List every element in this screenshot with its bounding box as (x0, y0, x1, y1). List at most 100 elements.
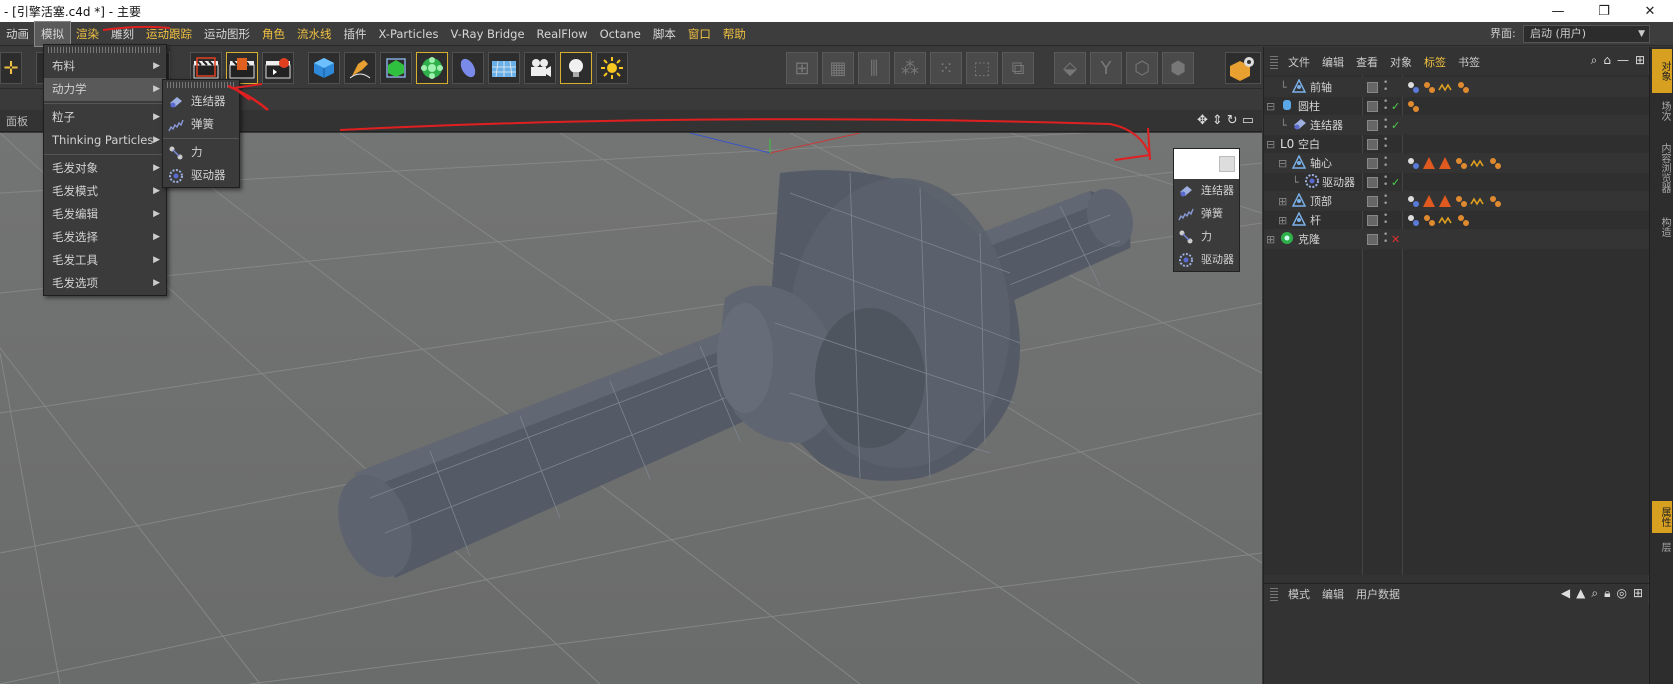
deformer-icon[interactable] (452, 52, 484, 84)
restore-button[interactable]: ❐ (1581, 0, 1627, 22)
enabled-check-icon[interactable]: ✓ (1391, 176, 1400, 189)
expand-icon[interactable]: ⊞ (1278, 214, 1287, 227)
simulate-menu-item[interactable]: 粒子 ▶ (44, 106, 166, 129)
dynamics-submenu-item[interactable]: 弹簧 (163, 113, 239, 136)
simulate-menu-item[interactable]: 毛发模式 ▶ (44, 180, 166, 203)
object-manager-menu-2[interactable]: 查看 (1350, 54, 1384, 70)
simulate-menu-item[interactable]: 毛发选择 ▶ (44, 226, 166, 249)
menu-9[interactable]: X-Particles (373, 22, 445, 46)
home-icon[interactable]: ⌂ (1603, 53, 1611, 68)
3d-viewport[interactable] (0, 133, 1262, 684)
side-tab-1[interactable]: 场次 (1652, 93, 1672, 129)
layer-swatch[interactable] (1367, 176, 1378, 188)
material-tag[interactable] (1406, 99, 1420, 113)
side-tab-bottom-0[interactable]: 属性 (1652, 501, 1672, 533)
object-row[interactable]: ⊞ 顶部 • • (1264, 191, 1649, 211)
simulate-menu-item[interactable]: 毛发编辑 ▶ (44, 203, 166, 226)
move-tool-icon[interactable]: ✛ (0, 52, 22, 84)
visibility-dots[interactable]: • • (1383, 136, 1388, 152)
menu-0[interactable]: 动画 (0, 22, 35, 46)
array-icon[interactable]: ⁂ (894, 52, 926, 84)
texture-mode-icon[interactable]: ⬙ (1054, 52, 1086, 84)
palette-item[interactable]: 力 (1174, 225, 1239, 248)
physics-tags-with-warnings[interactable] (1406, 194, 1502, 208)
lock-icon[interactable]: 🔒︎ (1604, 586, 1610, 601)
object-row[interactable]: ⊟ 轴心 • • (1264, 153, 1649, 173)
subdivision-surface-icon[interactable] (380, 52, 412, 84)
palette-close-button[interactable] (1219, 156, 1235, 172)
axis-mode-icon[interactable]: Y (1090, 52, 1122, 84)
target-icon[interactable]: ◎ (1616, 586, 1626, 601)
menu-13[interactable]: 脚本 (647, 22, 682, 46)
layer-swatch[interactable] (1367, 214, 1378, 226)
menu-12[interactable]: Octane (594, 22, 647, 46)
layout-select[interactable]: 启动 (用户) ▼ (1523, 25, 1650, 43)
simulate-menu-item[interactable]: 布料 ▶ (44, 55, 166, 78)
object-row[interactable]: ⊞ 克隆 • • ✕ (1264, 229, 1649, 249)
menu-11[interactable]: RealFlow (531, 22, 594, 46)
menu-tearoff-grip[interactable] (48, 47, 162, 53)
edges-mode-icon[interactable]: ⬚ (966, 52, 998, 84)
viewport-menu-panel[interactable]: 面板 (0, 113, 34, 129)
palette-header[interactable] (1174, 149, 1239, 179)
enabled-check-icon[interactable]: ✓ (1391, 119, 1400, 132)
menu-5[interactable]: 运动图形 (198, 22, 256, 46)
pen-spline-icon[interactable] (344, 52, 376, 84)
collapse-icon[interactable]: ⊟ (1266, 138, 1275, 151)
close-button[interactable]: ✕ (1627, 0, 1673, 22)
render-settings-icon[interactable] (262, 52, 294, 84)
object-settings-icon[interactable] (1225, 52, 1261, 84)
menu-4[interactable]: 运动跟踪 (140, 22, 198, 46)
menu-8[interactable]: 插件 (338, 22, 373, 46)
back-arrow-icon[interactable]: ◀ (1561, 586, 1570, 601)
up-arrow-icon[interactable]: ▲ (1576, 586, 1585, 601)
side-tab-2[interactable]: 内容浏览器 (1652, 131, 1672, 205)
layer-swatch[interactable] (1367, 138, 1378, 150)
dynamics-submenu-item[interactable]: 连结器 (163, 90, 239, 113)
menu-14[interactable]: 窗口 (682, 22, 717, 46)
menu-1[interactable]: 模拟 (34, 20, 71, 47)
simulate-menu-item[interactable]: 毛发对象 ▶ (44, 157, 166, 180)
rotate-view-icon[interactable]: ↻ (1227, 113, 1238, 128)
object-manager-menu-0[interactable]: 文件 (1282, 54, 1316, 70)
visibility-dots[interactable]: • • (1383, 231, 1388, 247)
object-row[interactable]: ⊟ L0 空白 • • (1264, 134, 1649, 154)
model-mode-icon[interactable]: ⬡ (1126, 52, 1158, 84)
toggle-view-icon[interactable]: ▭ (1242, 113, 1254, 128)
align-icon[interactable]: ⫼ (858, 52, 890, 84)
layer-swatch[interactable] (1367, 157, 1378, 169)
minimize-panel-icon[interactable]: — (1617, 53, 1629, 68)
object-manager-menu-3[interactable]: 对象 (1384, 54, 1418, 70)
visibility-dots[interactable]: • • (1383, 212, 1388, 228)
attribute-manager-menu-0[interactable]: 模式 (1282, 586, 1316, 602)
floor-environment-icon[interactable] (488, 52, 520, 84)
light-icon[interactable] (560, 52, 592, 84)
panel-grip[interactable] (1270, 586, 1278, 601)
expand-icon[interactable]: ⊞ (1278, 195, 1287, 208)
cloner-icon[interactable] (416, 52, 448, 84)
visibility-dots[interactable]: • • (1383, 79, 1388, 95)
expand-panel-icon[interactable]: ⊞ (1635, 53, 1645, 68)
enabled-check-icon[interactable]: ✓ (1391, 100, 1400, 113)
search-icon[interactable]: ⌕ (1591, 53, 1598, 68)
menu-15[interactable]: 帮助 (717, 22, 752, 46)
simulate-menu-item[interactable]: 动力学 ▶ (44, 78, 166, 101)
cube-primitive-icon[interactable] (308, 52, 340, 84)
menu-6[interactable]: 角色 (256, 22, 291, 46)
collapse-icon[interactable]: ⊟ (1266, 100, 1275, 113)
visibility-dots[interactable]: • • (1383, 155, 1388, 171)
layer-swatch[interactable] (1367, 100, 1378, 112)
visibility-dots[interactable]: • • (1383, 117, 1388, 133)
symmetry-icon[interactable]: ⊞ (786, 52, 818, 84)
minimize-button[interactable]: — (1535, 0, 1581, 22)
object-mode-icon[interactable]: ⬢ (1162, 52, 1194, 84)
side-tab-0[interactable]: 对象 (1652, 49, 1672, 93)
object-row[interactable]: └ 驱动器 • • ✓ (1264, 172, 1649, 192)
menu-10[interactable]: V-Ray Bridge (444, 22, 530, 46)
menu-3[interactable]: 雕刻 (105, 22, 140, 46)
dynamics-submenu-item[interactable]: 驱动器 (163, 164, 239, 187)
expand-icon[interactable]: ⊞ (1266, 233, 1275, 246)
scale-view-icon[interactable]: ⇕ (1212, 113, 1223, 128)
object-manager-menu-1[interactable]: 编辑 (1316, 54, 1350, 70)
layer-swatch[interactable] (1367, 195, 1378, 207)
